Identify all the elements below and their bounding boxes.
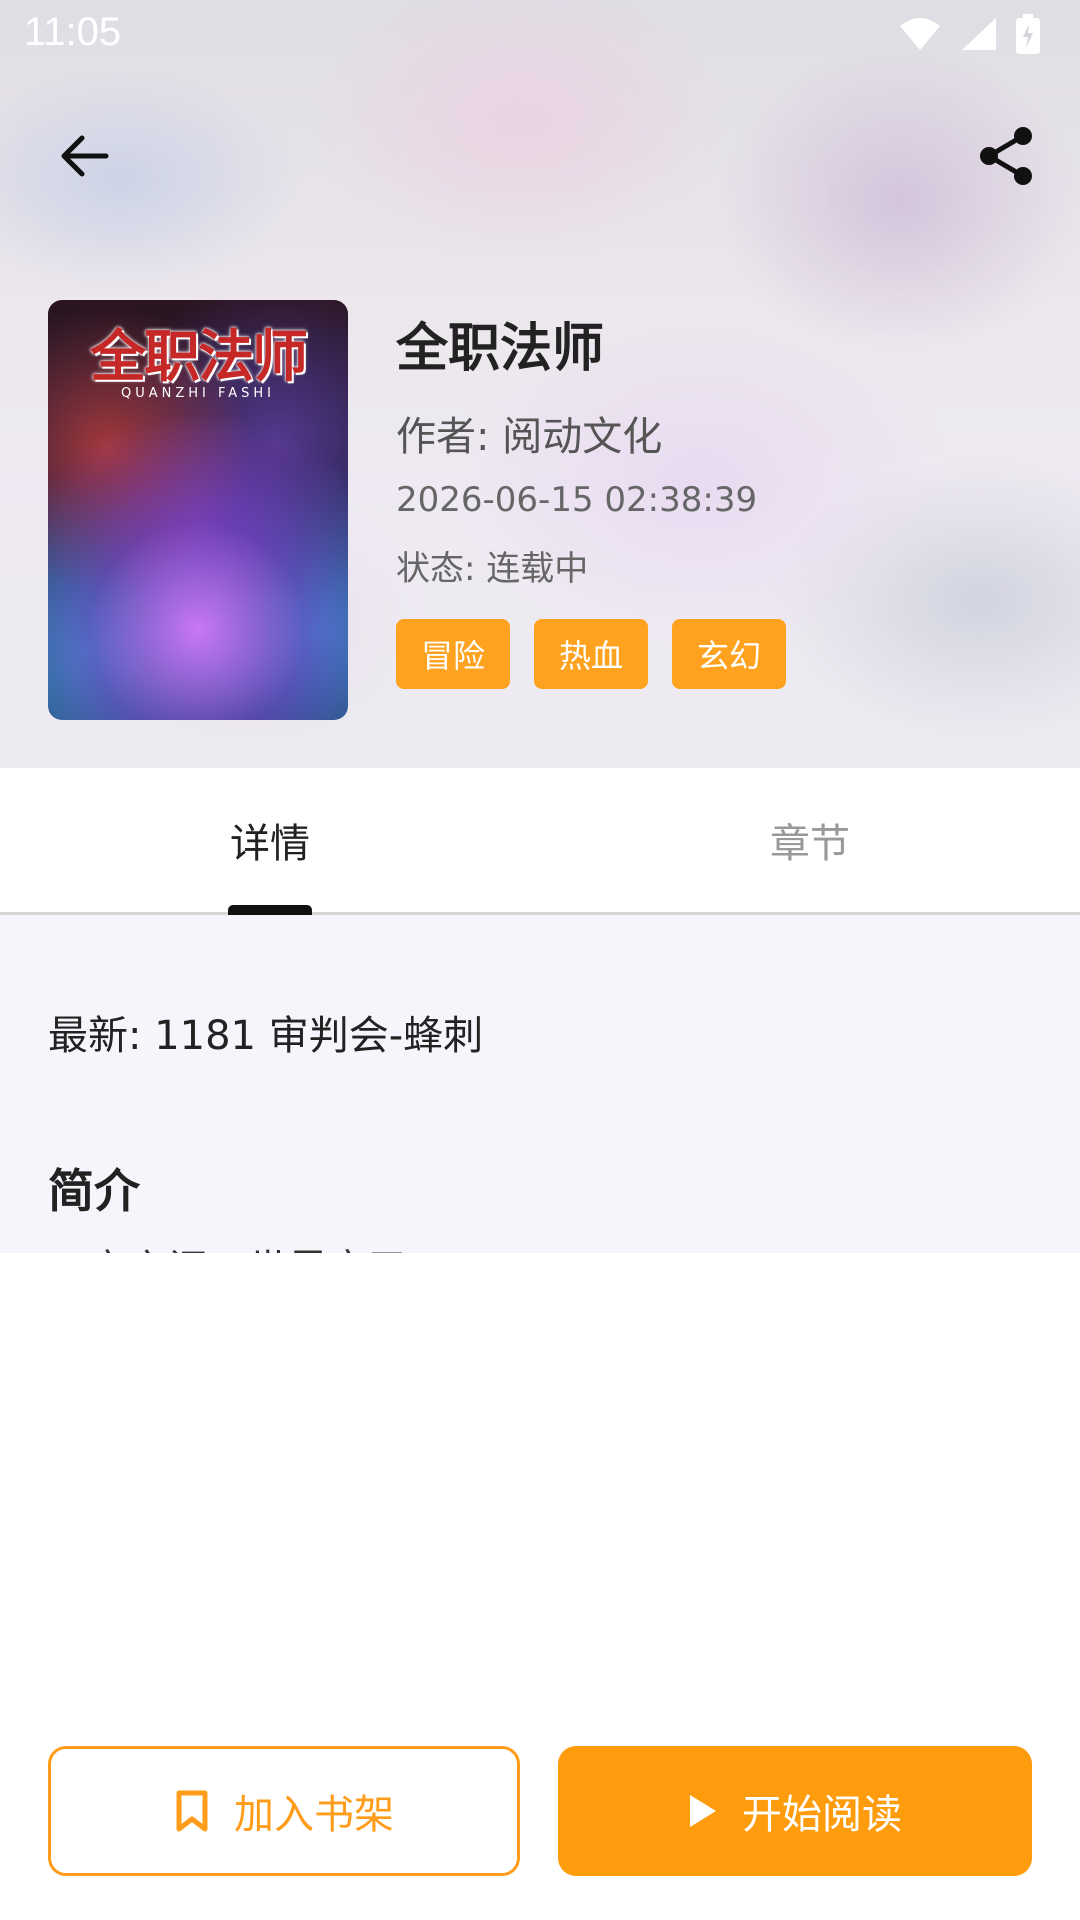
play-icon [690, 1795, 716, 1827]
tag-fantasy[interactable]: 玄幻 [672, 619, 787, 689]
status-icons [898, 14, 1040, 54]
add-to-shelf-button[interactable]: 加入书架 [48, 1746, 520, 1876]
intro-heading: 简介 [48, 1164, 140, 1218]
tab-chapters[interactable]: 章节 [540, 768, 1080, 912]
book-author: 作者: 阅动文化 [396, 414, 663, 460]
tag-hot-blooded[interactable]: 热血 [534, 619, 649, 689]
battery-icon [1016, 14, 1040, 54]
tag-adventure[interactable]: 冒险 [396, 619, 511, 689]
latest-chapter[interactable]: 最新: 1181 审判会-蜂刺 [48, 1003, 483, 1061]
status-bar: 11:05 [0, 0, 1080, 72]
tab-indicator [228, 905, 312, 915]
cover-title: 全职法师 [90, 325, 308, 390]
add-to-shelf-label: 加入书架 [234, 1792, 394, 1838]
signal-icon [962, 18, 996, 50]
book-title: 全职法师 [396, 319, 605, 379]
intro-text: 一夜之间，世界变了…… [48, 1237, 488, 1253]
update-time: 2026-06-15 02:38:39 [396, 480, 758, 520]
start-reading-button[interactable]: 开始阅读 [558, 1746, 1032, 1876]
start-reading-label: 开始阅读 [742, 1792, 902, 1838]
share-button[interactable] [958, 108, 1054, 204]
cover-subtitle: QUANZHI FASHI [120, 386, 276, 401]
status-time: 11:05 [24, 10, 122, 54]
tab-bar: 详情 章节 [0, 768, 1080, 915]
tag-list: 冒险 热血 玄幻 [396, 619, 787, 689]
share-icon [980, 127, 1032, 185]
arrow-left-icon [61, 135, 109, 177]
book-cover: 全职法师 QUANZHI FASHI [48, 300, 348, 720]
book-status: 状态: 连载中 [396, 549, 589, 589]
wifi-icon [900, 18, 940, 50]
tab-details[interactable]: 详情 [0, 768, 540, 912]
bookmark-icon [176, 1790, 208, 1832]
back-button[interactable] [36, 108, 132, 204]
details-panel[interactable]: 最新: 1181 审判会-蜂刺 简介 一夜之间，世界变了…… [0, 915, 1080, 1253]
